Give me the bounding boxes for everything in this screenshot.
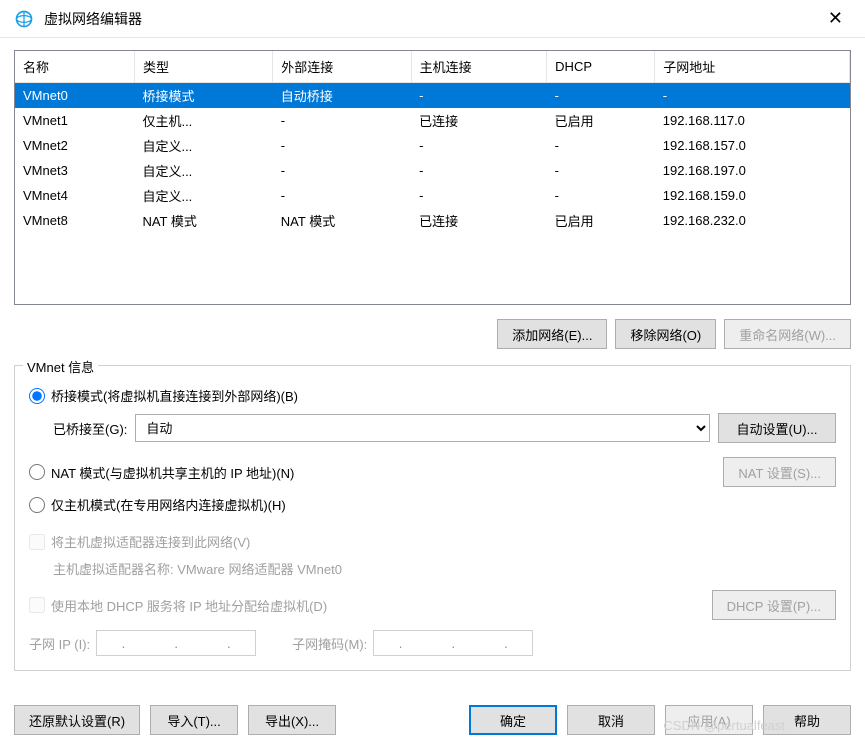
app-icon xyxy=(14,9,34,29)
restore-defaults-button[interactable]: 还原默认设置(R) xyxy=(14,705,140,735)
remove-network-button[interactable]: 移除网络(O) xyxy=(615,319,716,349)
table-cell: VMnet2 xyxy=(15,133,134,158)
column-header[interactable]: DHCP xyxy=(547,51,655,83)
table-cell: - xyxy=(411,158,547,183)
table-cell: 自动桥接 xyxy=(273,83,411,109)
table-cell: - xyxy=(547,183,655,208)
table-cell: 桥接模式 xyxy=(134,83,272,109)
apply-button[interactable]: 应用(A) xyxy=(665,705,753,735)
network-table[interactable]: 名称类型外部连接主机连接DHCP子网地址 VMnet0桥接模式自动桥接---VM… xyxy=(14,50,851,305)
add-network-button[interactable]: 添加网络(E)... xyxy=(497,319,607,349)
table-cell: 自定义... xyxy=(134,158,272,183)
table-cell: NAT 模式 xyxy=(273,208,411,233)
table-row[interactable]: VMnet3自定义...---192.168.197.0 xyxy=(15,158,850,183)
table-cell: - xyxy=(655,83,850,109)
connect-adapter-label: 将主机虚拟适配器连接到此网络(V) xyxy=(51,532,250,551)
table-cell: VMnet1 xyxy=(15,108,134,133)
column-header[interactable]: 类型 xyxy=(134,51,272,83)
export-button[interactable]: 导出(X)... xyxy=(248,705,336,735)
table-cell: NAT 模式 xyxy=(134,208,272,233)
vmnet-info-group: VMnet 信息 桥接模式(将虚拟机直接连接到外部网络)(B) 已桥接至(G):… xyxy=(14,365,851,671)
subnet-mask-label: 子网掩码(M): xyxy=(292,634,367,653)
column-header[interactable]: 外部连接 xyxy=(273,51,411,83)
auto-settings-button[interactable]: 自动设置(U)... xyxy=(718,413,836,443)
table-cell: 192.168.117.0 xyxy=(655,108,850,133)
table-cell: 192.168.232.0 xyxy=(655,208,850,233)
table-row[interactable]: VMnet8NAT 模式NAT 模式已连接已启用192.168.232.0 xyxy=(15,208,850,233)
table-cell: - xyxy=(547,83,655,109)
table-cell: 已启用 xyxy=(547,208,655,233)
table-cell: VMnet8 xyxy=(15,208,134,233)
subnet-ip-input[interactable]: ... xyxy=(96,630,256,656)
table-cell: - xyxy=(273,158,411,183)
table-cell: 自定义... xyxy=(134,133,272,158)
connect-adapter-checkbox[interactable] xyxy=(29,534,45,550)
column-header[interactable]: 名称 xyxy=(15,51,134,83)
table-row[interactable]: VMnet0桥接模式自动桥接--- xyxy=(15,83,850,109)
import-button[interactable]: 导入(T)... xyxy=(150,705,238,735)
rename-network-button[interactable]: 重命名网络(W)... xyxy=(724,319,851,349)
table-cell: VMnet3 xyxy=(15,158,134,183)
table-cell: - xyxy=(547,133,655,158)
table-cell: - xyxy=(547,158,655,183)
table-cell: - xyxy=(411,83,547,109)
use-dhcp-label: 使用本地 DHCP 服务将 IP 地址分配给虚拟机(D) xyxy=(51,596,327,615)
use-dhcp-checkbox[interactable] xyxy=(29,597,45,613)
table-row[interactable]: VMnet1仅主机...-已连接已启用192.168.117.0 xyxy=(15,108,850,133)
footer-buttons: 还原默认设置(R) 导入(T)... 导出(X)... 确定 取消 应用(A) … xyxy=(14,705,851,735)
subnet-mask-input[interactable]: ... xyxy=(373,630,533,656)
column-header[interactable]: 主机连接 xyxy=(411,51,547,83)
column-header[interactable]: 子网地址 xyxy=(655,51,850,83)
bridge-mode-label: 桥接模式(将虚拟机直接连接到外部网络)(B) xyxy=(51,386,298,405)
nat-mode-radio[interactable] xyxy=(29,464,45,480)
nat-mode-label: NAT 模式(与虚拟机共享主机的 IP 地址)(N) xyxy=(51,463,294,482)
bridged-to-select[interactable]: 自动 xyxy=(135,414,710,442)
table-cell: - xyxy=(411,183,547,208)
table-cell: VMnet4 xyxy=(15,183,134,208)
table-cell: 已连接 xyxy=(411,108,547,133)
table-cell: - xyxy=(273,183,411,208)
table-cell: 已连接 xyxy=(411,208,547,233)
window-title: 虚拟网络编辑器 xyxy=(44,9,820,29)
help-button[interactable]: 帮助 xyxy=(763,705,851,735)
table-cell: - xyxy=(273,133,411,158)
dhcp-settings-button[interactable]: DHCP 设置(P)... xyxy=(712,590,836,620)
table-cell: 192.168.157.0 xyxy=(655,133,850,158)
adapter-name-text: 主机虚拟适配器名称: VMware 网络适配器 VMnet0 xyxy=(53,559,836,578)
table-cell: 已启用 xyxy=(547,108,655,133)
table-cell: 自定义... xyxy=(134,183,272,208)
nat-settings-button[interactable]: NAT 设置(S)... xyxy=(723,457,836,487)
table-row[interactable]: VMnet4自定义...---192.168.159.0 xyxy=(15,183,850,208)
bridge-mode-radio[interactable] xyxy=(29,388,45,404)
table-cell: VMnet0 xyxy=(15,83,134,109)
table-cell: 192.168.159.0 xyxy=(655,183,850,208)
hostonly-mode-radio[interactable] xyxy=(29,497,45,513)
table-cell: 仅主机... xyxy=(134,108,272,133)
hostonly-mode-label: 仅主机模式(在专用网络内连接虚拟机)(H) xyxy=(51,495,286,514)
titlebar: 虚拟网络编辑器 ✕ xyxy=(0,0,865,38)
table-cell: 192.168.197.0 xyxy=(655,158,850,183)
table-row[interactable]: VMnet2自定义...---192.168.157.0 xyxy=(15,133,850,158)
cancel-button[interactable]: 取消 xyxy=(567,705,655,735)
close-icon[interactable]: ✕ xyxy=(820,4,851,33)
ok-button[interactable]: 确定 xyxy=(469,705,557,735)
vmnet-info-legend: VMnet 信息 xyxy=(23,357,98,376)
table-cell: - xyxy=(411,133,547,158)
subnet-ip-label: 子网 IP (I): xyxy=(29,634,90,653)
table-cell: - xyxy=(273,108,411,133)
bridged-to-label: 已桥接至(G): xyxy=(53,419,127,438)
